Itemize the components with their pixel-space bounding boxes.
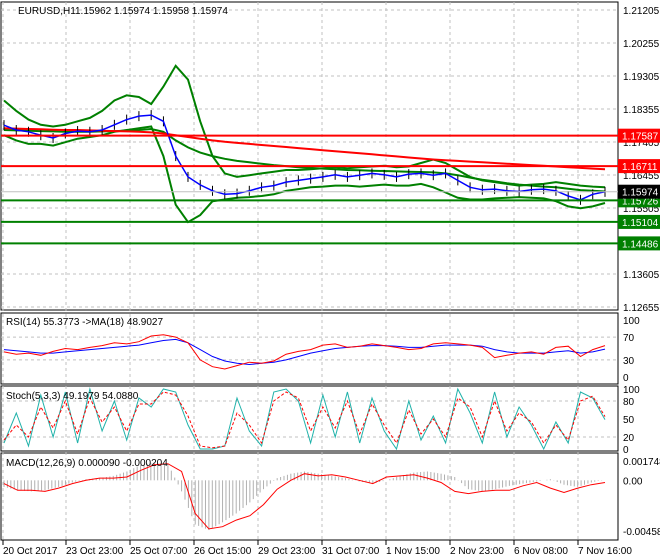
rsi-tick: 30 <box>623 356 635 367</box>
chart-canvas: 20 Oct 2017 23 Oct 23:00 25 Oct 07:00 26 Oc… <box>0 1 660 557</box>
y-tick-label: 1.20255 <box>623 39 660 50</box>
level-label: 1.16711 <box>622 162 658 173</box>
panel-frame <box>0 1 619 311</box>
x-tick-label: 26 Oct 15:00 <box>194 546 252 557</box>
x-tick-label: 31 Oct 07:00 <box>322 546 380 557</box>
x-tick-label: 2 Nov 23:00 <box>450 546 504 557</box>
price-line <box>3 114 606 201</box>
rsi-tick: 100 <box>623 316 640 327</box>
y-tick-label: 1.21205 <box>623 6 660 17</box>
x-tick-label: 20 Oct 2017 <box>3 546 58 557</box>
rsi-ma-line <box>3 338 606 366</box>
macd-title: MACD(12,26,9) 0.000090 -0.000204 <box>6 458 168 469</box>
stoch-tick: 0 <box>623 445 629 456</box>
macd-tick: 0.00 <box>623 476 643 487</box>
macd-tick: 0.001748 <box>623 457 660 468</box>
bollinger-upper <box>3 64 606 189</box>
x-tick-label: 23 Oct 23:00 <box>66 546 124 557</box>
stoch-tick: 20 <box>623 433 635 444</box>
macd-signal-line <box>3 463 606 530</box>
x-tick-label: 6 Nov 08:00 <box>514 546 568 557</box>
rsi-tick: 0 <box>623 373 629 384</box>
x-tick-label: 25 Oct 07:00 <box>130 546 188 557</box>
ohlc-readout: 1.15962 1.15974 1.15958 1.15974 <box>75 6 228 17</box>
rsi-line <box>3 334 606 370</box>
stoch-title: Stoch(5,3,3) 49.1979 54.0880 <box>6 391 139 402</box>
rsi-title: RSI(14) 55.3773 ->MA(18) 48.9027 <box>6 317 163 328</box>
stoch-tick: 80 <box>623 397 635 408</box>
y-tick-label: 1.13605 <box>623 270 660 281</box>
x-tick-label: 7 Nov 16:00 <box>578 546 632 557</box>
current-price-label: 1.15974 <box>622 188 659 199</box>
level-label: 1.17587 <box>622 132 659 143</box>
y-tick-label: 1.12655 <box>623 303 660 314</box>
stoch-tick: 50 <box>623 415 635 426</box>
moving-average-green <box>3 127 606 193</box>
macd-tick: -0.004586 <box>623 527 660 538</box>
x-tick-label: 29 Oct 23:00 <box>258 546 316 557</box>
bollinger-lower <box>3 125 606 224</box>
rsi-tick: 70 <box>623 333 635 344</box>
y-tick-label: 1.19305 <box>623 72 660 83</box>
chart-window: 20 Oct 2017 23 Oct 23:00 25 Oct 07:00 26 Oc… <box>0 0 660 560</box>
stoch-tick: 100 <box>623 385 640 396</box>
y-tick-label: 1.18355 <box>623 105 660 116</box>
x-tick-label: 1 Nov 15:00 <box>386 546 440 557</box>
chart-title: EURUSD,H1 <box>18 6 76 17</box>
moving-average-red <box>3 127 606 171</box>
level-label: 1.15104 <box>622 218 659 229</box>
level-label: 1.14486 <box>622 239 659 250</box>
